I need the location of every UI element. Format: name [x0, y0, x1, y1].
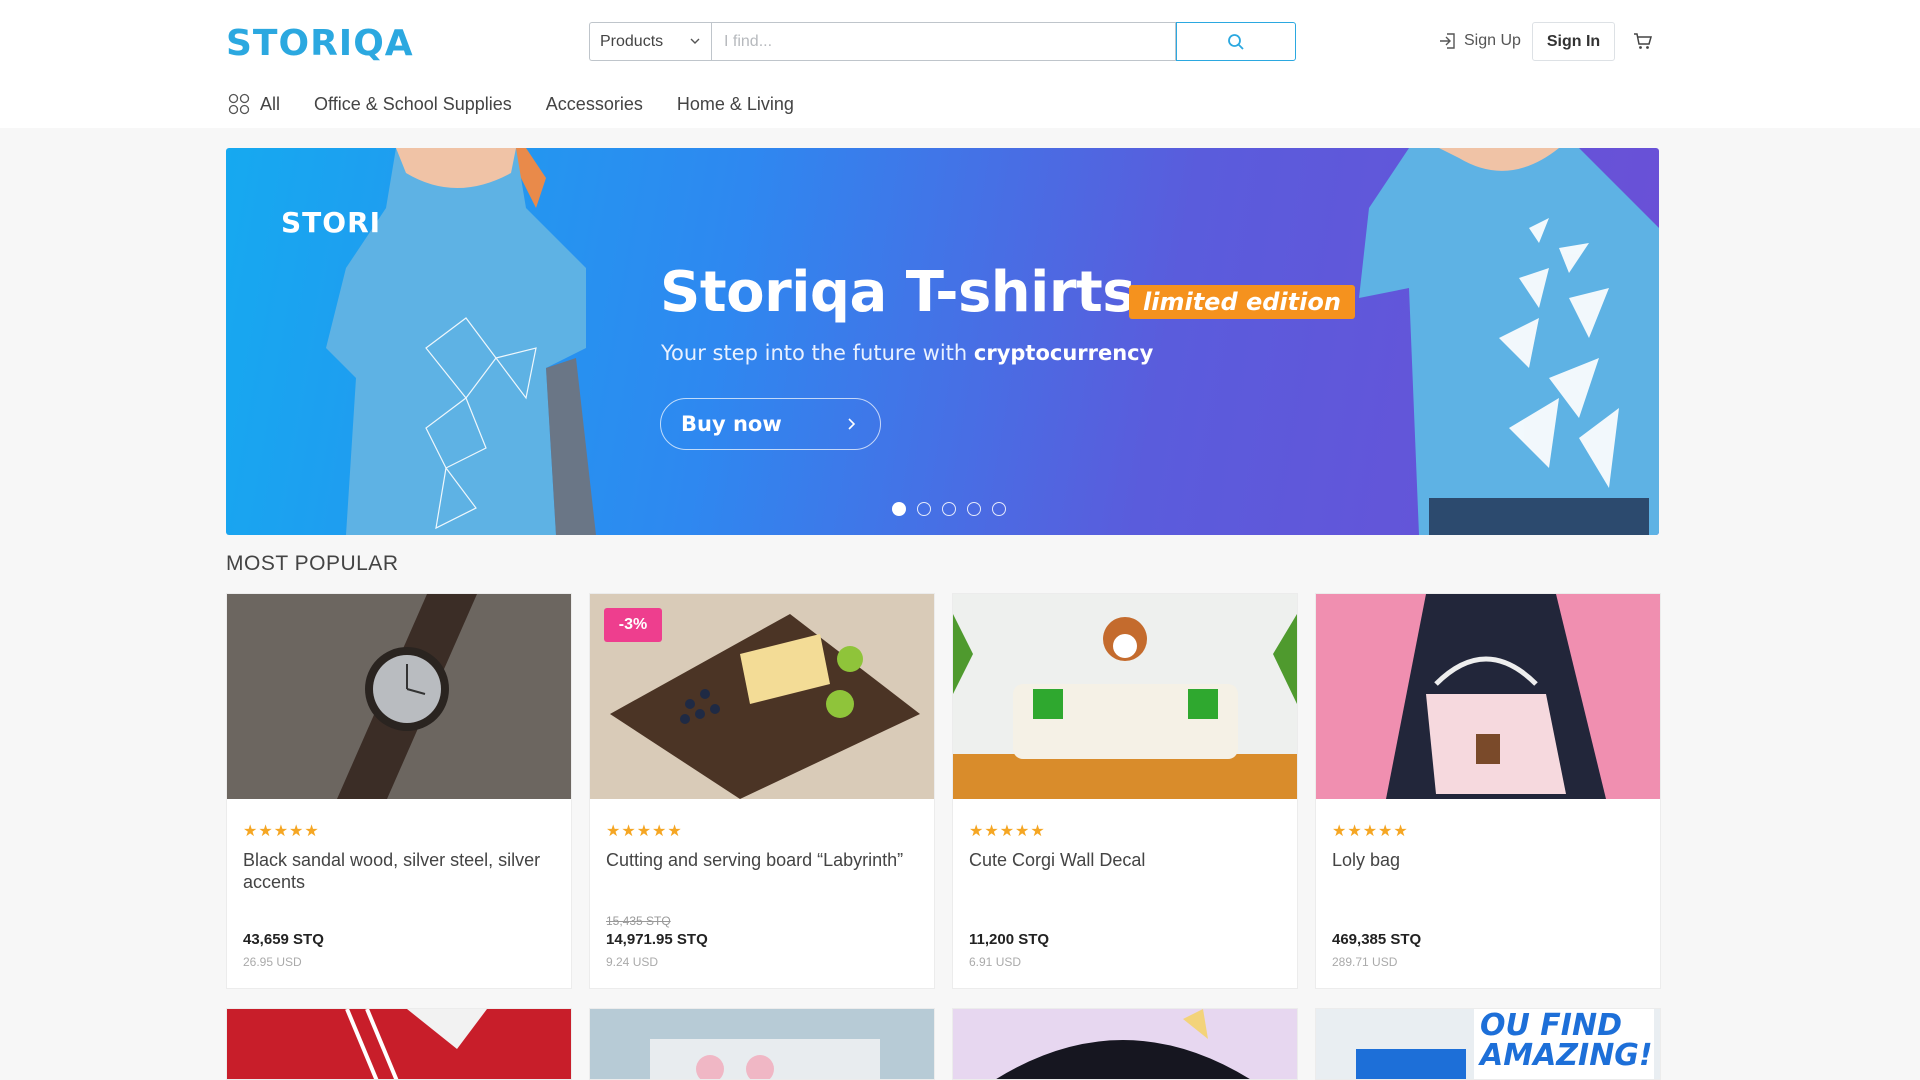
carousel-dot-4[interactable] — [967, 502, 981, 516]
product-card[interactable] — [952, 1008, 1298, 1080]
rating-stars: ★★★★★ — [969, 823, 1046, 840]
product-card[interactable]: ★★★★★ Black sandal wood, silver steel, s… — [226, 593, 572, 989]
nav-item-all[interactable]: All — [228, 93, 280, 115]
chevron-down-icon — [690, 38, 700, 44]
rating-stars: ★★★★★ — [606, 823, 683, 840]
product-title: Cutting and serving board “Labyrinth” — [606, 850, 904, 870]
limited-edition-badge: limited edition — [1129, 285, 1355, 319]
header: STORIQA Products Sign Up Sign In All Off… — [0, 0, 1920, 128]
product-title: Loly bag — [1332, 850, 1401, 870]
product-image-loly-bag — [1316, 594, 1660, 799]
grid-icon — [228, 93, 250, 115]
banner-subtitle: Your step into the future with cryptocur… — [661, 341, 1154, 365]
banner-logo: STORI — [281, 206, 382, 239]
carousel-dot-3[interactable] — [942, 502, 956, 516]
rating-stars: ★★★★★ — [1332, 823, 1409, 840]
banner-title: Storiqa T-shirts — [660, 260, 1136, 325]
product-price-usd: 6.91 USD — [969, 955, 1022, 969]
carousel-dot-1[interactable] — [892, 502, 906, 516]
product-card[interactable]: OU FIND AMAZING! — [1315, 1008, 1661, 1080]
category-nav: All Office & School Supplies Accessories… — [228, 90, 828, 118]
product-old-price: 15,435 STQ — [606, 914, 671, 928]
product-price-usd: 9.24 USD — [606, 955, 659, 969]
search-bar: Products — [589, 22, 1296, 61]
promo-text: OU FIND AMAZING! — [1474, 1009, 1654, 1079]
cart-button[interactable] — [1632, 30, 1654, 52]
product-card[interactable]: ★★★★★ Cute Corgi Wall Decal 11,200 STQ 6… — [952, 593, 1298, 989]
product-price: 43,659 STQ — [243, 931, 324, 948]
sign-in-button[interactable]: Sign In — [1532, 22, 1615, 61]
search-input[interactable] — [711, 22, 1176, 61]
chevron-right-icon — [848, 418, 856, 430]
product-card[interactable] — [589, 1008, 935, 1080]
nav-item-office-school[interactable]: Office & School Supplies — [314, 94, 512, 115]
buy-now-button[interactable]: Buy now — [660, 398, 881, 450]
product-grid-row-2: OU FIND AMAZING! — [226, 1008, 1661, 1080]
carousel-dot-2[interactable] — [917, 502, 931, 516]
tshirt-model-image-right — [1359, 148, 1659, 535]
rating-stars: ★★★★★ — [243, 823, 320, 840]
product-price-usd: 26.95 USD — [243, 955, 302, 969]
product-image-corgi-decal — [953, 594, 1297, 799]
nav-item-accessories[interactable]: Accessories — [546, 94, 643, 115]
product-title: Cute Corgi Wall Decal — [969, 850, 1146, 870]
discount-badge: -3% — [604, 608, 662, 642]
sign-up-icon — [1440, 33, 1455, 49]
carousel-dots — [892, 502, 1006, 516]
product-price: 11,200 STQ — [969, 931, 1050, 948]
carousel-dot-5[interactable] — [992, 502, 1006, 516]
sign-up-link[interactable]: Sign Up — [1438, 28, 1521, 54]
search-category-select[interactable]: Products — [589, 22, 711, 61]
product-image-watch — [227, 594, 571, 799]
nav-item-home-living[interactable]: Home & Living — [677, 94, 794, 115]
product-card[interactable] — [226, 1008, 572, 1080]
promo-banner[interactable]: STORI Storiqa T-shirts limited edition Y… — [226, 148, 1659, 535]
product-card[interactable]: -3% ★★★★★ Cutting and serving board “Lab… — [589, 593, 935, 989]
product-price-usd: 289.71 USD — [1332, 955, 1398, 969]
product-grid: ★★★★★ Black sandal wood, silver steel, s… — [226, 593, 1661, 989]
storiqa-logo[interactable]: STORIQA — [226, 24, 414, 64]
cart-icon — [1634, 33, 1652, 49]
product-price: 469,385 STQ — [1332, 931, 1422, 948]
product-card[interactable]: ★★★★★ Loly bag 469,385 STQ 289.71 USD — [1315, 593, 1661, 989]
search-icon — [1228, 33, 1244, 50]
product-image-cutting-board: -3% — [590, 594, 934, 799]
most-popular-heading: MOST POPULAR — [226, 552, 399, 575]
search-button[interactable] — [1176, 22, 1296, 61]
product-price: 14,971.95 STQ — [606, 931, 708, 948]
product-title: Black sandal wood, silver steel, silver … — [243, 850, 541, 892]
